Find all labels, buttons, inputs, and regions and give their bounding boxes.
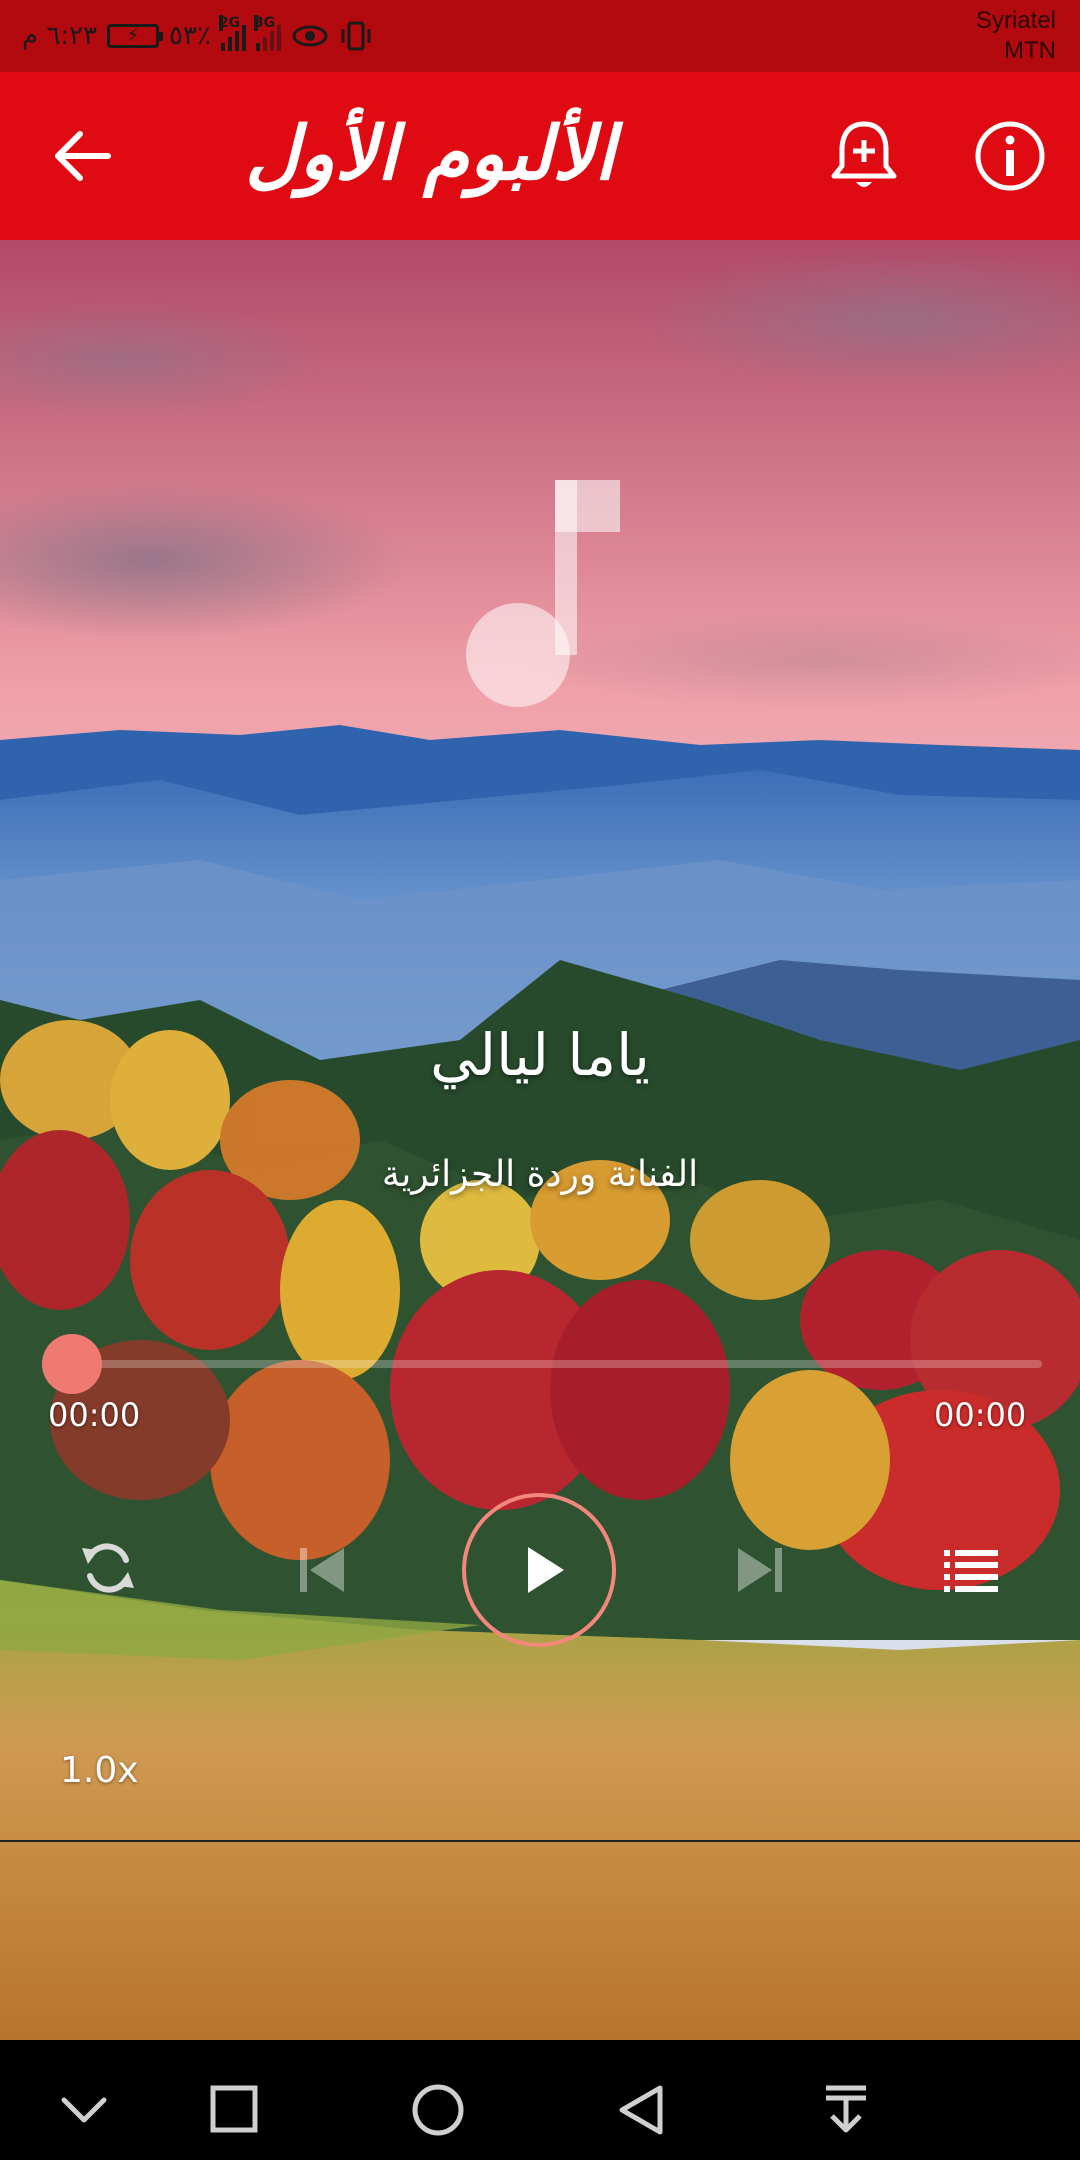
battery-percent: ٥٣٪ [169,21,211,51]
notification-button[interactable] [828,118,900,194]
seek-bar[interactable] [72,1360,1042,1368]
circle-icon [412,2084,464,2136]
carrier-name-2: MTN [1004,37,1056,64]
back-button[interactable] [50,122,118,190]
skip-next-icon [738,1548,782,1592]
vibrate-icon [341,21,371,51]
music-player-screen: ٦:٢٣ م ⚡ ٥٣٪ 2G 3G Syriatel MTN الألبوم … [0,0,1080,2160]
bell-plus-icon [831,121,897,187]
total-time: 00:00 [934,1396,1027,1434]
play-icon [528,1547,564,1593]
arrow-left-icon [55,131,111,181]
app-bar: الألبوم الأول [0,72,1080,240]
battery-icon: ⚡ [107,24,164,48]
carrier-labels: Syriatel MTN [976,6,1056,66]
nav-hide-button[interactable] [54,2080,114,2140]
elapsed-time: 00:00 [48,1396,141,1434]
previous-button[interactable] [296,1542,348,1598]
playback-speed[interactable]: 1.0x [60,1744,180,1798]
repeat-icon [82,1543,134,1593]
list-icon [944,1550,998,1592]
repeat-button[interactable] [78,1536,138,1600]
system-nav-bar [0,2040,1080,2160]
chevron-down-icon [61,2097,107,2123]
next-button[interactable] [734,1542,786,1598]
triangle-back-icon [619,2085,663,2135]
info-button[interactable] [972,118,1048,194]
status-bar: ٦:٢٣ م ⚡ ٥٣٪ 2G 3G Syriatel MTN [0,0,1080,72]
carrier-name-1: Syriatel [975,7,1056,34]
nav-recents-button[interactable] [204,2080,264,2140]
status-time: ٦:٢٣ م [22,21,98,51]
play-button[interactable] [462,1493,616,1647]
eye-icon [292,25,328,47]
square-icon [210,2085,258,2133]
status-indicators: ٦:٢٣ م ⚡ ٥٣٪ 2G 3G [22,14,373,58]
music-note-icon [466,480,620,707]
skip-previous-icon [300,1548,344,1592]
artist-name: الفنانة وردة الجزائرية [381,1154,699,1195]
nav-home-button[interactable] [408,2080,468,2140]
playlist-button[interactable] [944,1548,998,1594]
seek-thumb[interactable] [42,1334,102,1394]
signal-icon-2: 3G [253,15,281,51]
nav-notifications-button[interactable] [816,2080,876,2140]
nav-back-button[interactable] [612,2080,672,2140]
album-title: الألبوم الأول [245,111,615,197]
info-circle-icon [975,121,1045,191]
song-title: ياما ليالي [430,1021,650,1089]
pull-down-icon [826,2085,866,2133]
divider [0,1840,1080,1842]
signal-icon: 2G [218,15,246,51]
